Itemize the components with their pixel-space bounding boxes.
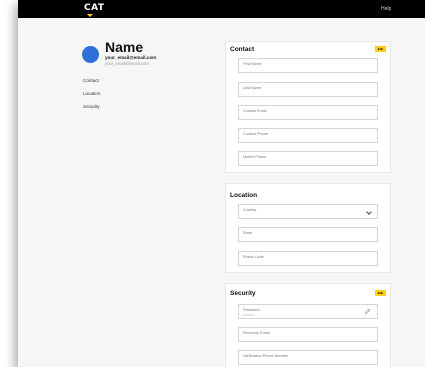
country-select[interactable]: Country — [238, 204, 378, 219]
profile-email: your_email@email.com — [105, 55, 157, 60]
country-label: Country — [243, 208, 257, 212]
contact-card: Contact Edit First Name Last Name Contac… — [225, 41, 391, 173]
verification-phone-field[interactable]: Verification Phone Number — [238, 350, 378, 365]
avatar — [82, 46, 99, 63]
chevron-down-icon[interactable] — [366, 209, 372, 215]
sidebar-item-location[interactable]: Location — [83, 91, 100, 96]
account-page: CAT Help Name your_email@email.com your_… — [18, 0, 425, 367]
state-field[interactable]: State — [238, 227, 378, 242]
contact-edit-button[interactable]: Edit — [375, 46, 386, 52]
contact-phone-field[interactable]: Contact Phone — [238, 128, 378, 143]
contact-email-field[interactable]: Contact Email — [238, 105, 378, 120]
contact-section-title: Contact — [230, 46, 255, 53]
last-name-label: Last Name — [243, 86, 262, 90]
contact-email-label: Contact Email — [243, 109, 267, 113]
sidebar-item-contact[interactable]: Contact — [83, 78, 99, 83]
sidebar-item-security[interactable]: Security — [83, 104, 100, 109]
verification-phone-label: Verification Phone Number — [243, 354, 289, 358]
security-section-title: Security — [230, 290, 256, 297]
profile-email-secondary: your_email@email.com — [105, 61, 149, 66]
top-navigation-bar: CAT Help — [18, 0, 425, 18]
cat-logo[interactable]: CAT — [84, 4, 105, 13]
mobile-phone-field[interactable]: Mobile Phone — [238, 151, 378, 166]
location-section-title: Location — [230, 192, 258, 199]
pencil-edit-icon[interactable] — [364, 308, 371, 315]
first-name-field[interactable]: First Name — [238, 58, 378, 73]
state-label: State — [243, 231, 252, 235]
location-card: Location Country State Postal Code — [225, 183, 391, 273]
first-name-label: First Name — [243, 62, 262, 66]
mobile-phone-label: Mobile Phone — [243, 155, 267, 159]
profile-name: Name — [105, 39, 144, 55]
security-edit-button[interactable]: Edit — [375, 290, 386, 296]
cat-logo-triangle-icon — [87, 14, 93, 17]
password-value: ••••••• — [243, 312, 255, 317]
help-link[interactable]: Help — [381, 6, 391, 12]
recovery-email-label: Recovery Email — [243, 331, 270, 335]
security-card: Security Edit Password ••••••• Recovery … — [225, 283, 391, 367]
password-field[interactable]: Password ••••••• — [238, 304, 378, 319]
contact-phone-label: Contact Phone — [243, 132, 269, 136]
last-name-field[interactable]: Last Name — [238, 82, 378, 97]
recovery-email-field[interactable]: Recovery Email — [238, 327, 378, 342]
postal-code-label: Postal Code — [243, 255, 264, 259]
postal-code-field[interactable]: Postal Code — [238, 251, 378, 266]
